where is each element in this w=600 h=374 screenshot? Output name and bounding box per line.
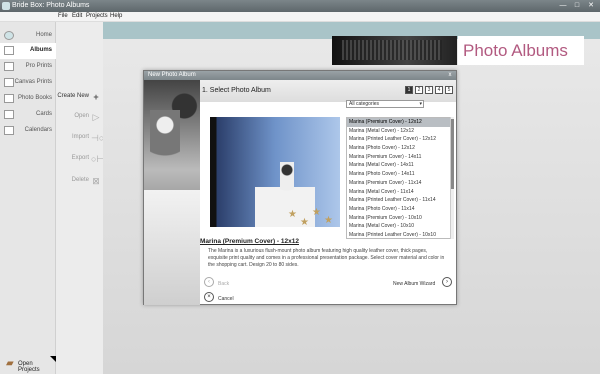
step-2-indicator[interactable]: 2 (415, 86, 423, 94)
home-icon (4, 31, 14, 40)
cancel-icon[interactable]: × (204, 292, 214, 302)
page-title: Photo Albums (458, 36, 584, 65)
wedding-photo (144, 80, 200, 305)
sidebar-item-label: Home (35, 32, 52, 38)
step-4-indicator[interactable]: 4 (435, 86, 443, 94)
list-item[interactable]: Marina (Photo Cover) - 14x11 (347, 170, 453, 179)
cancel-button[interactable]: Cancel (218, 296, 234, 302)
card-icon (4, 110, 14, 119)
album-list[interactable]: Marina (Premium Cover) - 12x12 Marina (M… (346, 117, 454, 239)
list-item[interactable]: Marina (Premium Cover) - 12x12 (347, 118, 453, 127)
close-icon[interactable]: ✕ (586, 2, 596, 10)
list-item[interactable]: Marina (Premium Cover) - 10x10 (347, 214, 453, 223)
category-select[interactable]: All categories ▾ (346, 100, 424, 108)
sidebar-item-label: Albums (29, 47, 52, 53)
window-titlebar: Bride Box: Photo Albums — □ ✕ (0, 0, 600, 12)
back-icon[interactable]: ‹ (204, 277, 214, 287)
list-item[interactable]: Marina (Premium Cover) - 11x14 (347, 179, 453, 188)
menu-projects[interactable]: Projects (86, 13, 108, 19)
app-icon (2, 2, 10, 10)
step-3-indicator[interactable]: 3 (425, 86, 433, 94)
minimize-icon[interactable]: — (558, 2, 568, 10)
sidebar-item-photo-books[interactable]: Photo Books (0, 91, 56, 107)
sidebar-item-label: Pro Prints (25, 63, 52, 69)
plus-icon: + (93, 92, 99, 102)
sidebar-item-label: Calendars (24, 127, 52, 133)
album-description: The Marina is a luxurious flush-mount ph… (208, 248, 445, 268)
banner-album-image (332, 36, 457, 65)
calendar-icon (4, 126, 14, 135)
open-button[interactable]: Open ▷ (56, 110, 103, 124)
maximize-icon[interactable]: □ (572, 2, 582, 10)
import-icon: ⊣○ (91, 133, 105, 143)
list-item[interactable]: Marina (Metal Cover) - 14x11 (347, 161, 453, 170)
import-label: Import (71, 134, 89, 140)
menu-help[interactable]: Help (110, 13, 122, 19)
sidebar-item-calendars[interactable]: Calendars (0, 123, 56, 139)
sidebar-item-canvas-prints[interactable]: Canvas Prints (0, 75, 56, 91)
list-item[interactable]: Marina (Photo Cover) - 12x12 (347, 144, 453, 153)
play-icon: ▷ (92, 112, 100, 122)
list-item[interactable]: Marina (Photo Cover) - 11x14 (347, 205, 453, 214)
sidebar-item-label: Cards (35, 111, 52, 117)
print-icon (4, 62, 14, 71)
delete-button[interactable]: Delete ⊠ (56, 174, 103, 188)
import-button[interactable]: Import ⊣○ (56, 131, 105, 145)
book-icon (4, 94, 14, 103)
step-1-indicator[interactable]: 1 (405, 86, 413, 94)
list-item[interactable]: Marina (Premium Cover) - 14x11 (347, 153, 453, 162)
list-item[interactable]: Marina (Printed Leather Cover) - 10x10 (347, 231, 453, 238)
step-header: 1. Select Photo Album 1 2 3 4 5 (200, 80, 456, 102)
sidebar-item-pro-prints[interactable]: Pro Prints (0, 59, 56, 75)
next-icon[interactable]: › (442, 277, 452, 287)
scrollbar-thumb[interactable] (451, 119, 454, 189)
actions-panel: Create New + Open ▷ Import ⊣○ Export ○⊢ … (56, 22, 105, 374)
step-title: 1. Select Photo Album (202, 87, 271, 94)
export-label: Export (71, 155, 89, 161)
folder-icon: ▰ (6, 358, 14, 369)
close-icon[interactable]: x (446, 71, 454, 80)
sidebar-item-home[interactable]: Home (0, 28, 56, 44)
sidebar: Home Albums Pro Prints Canvas Prints Pho… (0, 22, 56, 374)
delete-label: Delete (71, 177, 89, 183)
sidebar-item-label: Canvas Prints (14, 79, 52, 85)
album-list-scrollbar[interactable] (450, 117, 454, 239)
menu-edit[interactable]: Edit (72, 13, 82, 19)
export-icon: ○⊢ (91, 154, 105, 164)
menu-file[interactable]: File (58, 13, 68, 19)
list-item[interactable]: Marina (Printed Leather Cover) - 12x12 (347, 135, 453, 144)
export-button[interactable]: Export ○⊢ (56, 152, 105, 166)
album-preview-image: ★ ★ ★ ★ (200, 117, 345, 232)
delete-icon: ⊠ (92, 176, 100, 186)
open-projects-label: Open Projects (18, 361, 40, 373)
canvas-icon (4, 78, 14, 87)
sidebar-item-albums[interactable]: Albums (0, 43, 56, 59)
open-projects-button[interactable]: ▰ Open Projects (0, 356, 56, 374)
album-icon (4, 46, 14, 55)
list-item[interactable]: Marina (Metal Cover) - 10x10 (347, 222, 453, 231)
step-5-indicator[interactable]: 5 (445, 86, 453, 94)
open-label: Open (74, 113, 89, 119)
sidebar-item-cards[interactable]: Cards (0, 107, 56, 123)
back-button[interactable]: Back (218, 281, 229, 287)
create-new-label: Create New (57, 93, 89, 99)
category-select-value: All categories (349, 101, 380, 107)
dialog-title: New Photo Album (144, 71, 456, 80)
create-new-button[interactable]: Create New + (56, 90, 103, 104)
list-item[interactable]: Marina (Metal Cover) - 11x14 (347, 188, 453, 197)
chevron-down-icon: ▾ (419, 101, 422, 107)
list-item[interactable]: Marina (Printed Leather Cover) - 11x14 (347, 196, 453, 205)
sidebar-item-label: Photo Books (17, 95, 52, 101)
selected-album-name: Marina (Premium Cover) - 12x12 (200, 238, 299, 245)
window-title: Bride Box: Photo Albums (12, 2, 90, 9)
new-album-wizard-button[interactable]: New Album Wizard (393, 281, 435, 287)
menu-bar: File Edit Projects Help (0, 12, 600, 22)
list-item[interactable]: Marina (Metal Cover) - 12x12 (347, 127, 453, 136)
